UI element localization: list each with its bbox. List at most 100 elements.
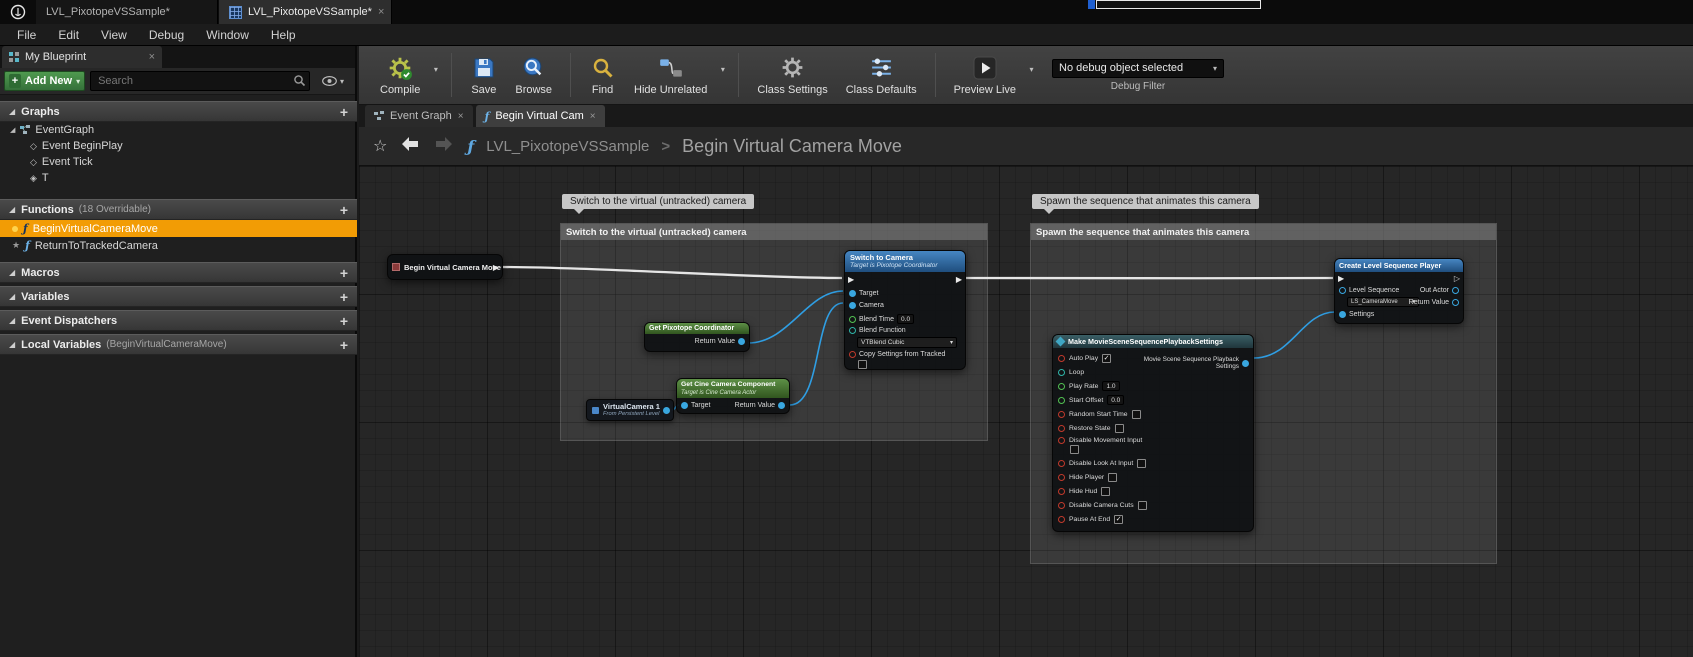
bool-pin[interactable] <box>1058 488 1065 495</box>
object-pin[interactable] <box>778 402 785 409</box>
tree-item-event-tick[interactable]: ◇ Event Tick <box>0 154 357 170</box>
expand-arrow-icon[interactable]: ◢ <box>9 205 15 214</box>
expand-arrow-icon[interactable]: ◢ <box>9 340 15 349</box>
node-virtualcamera-variable[interactable]: VirtualCamera 1 From Persistent Level <box>586 399 674 421</box>
add-graph-button[interactable]: + <box>340 105 348 119</box>
object-pin[interactable] <box>849 290 856 297</box>
add-new-button[interactable]: + Add New ▾ <box>4 71 85 91</box>
object-pin[interactable] <box>663 407 670 414</box>
pin-return-value[interactable]: Return Value <box>1409 299 1459 306</box>
exec-in-pin[interactable]: ▶ <box>1338 275 1344 283</box>
exec-out-pin[interactable]: ▷ <box>1454 275 1460 283</box>
add-variable-button[interactable]: + <box>340 290 348 304</box>
pin-return-value[interactable]: Return Value <box>735 402 785 409</box>
class-defaults-button[interactable]: Class Defaults <box>837 52 926 98</box>
comment-title[interactable]: Spawn the sequence that animates this ca… <box>1031 224 1496 240</box>
pin-blend-function[interactable]: Blend Function <box>849 327 906 334</box>
pause-at-end-checkbox[interactable] <box>1114 515 1123 524</box>
menu-help[interactable]: Help <box>260 28 307 42</box>
close-icon[interactable]: × <box>378 7 384 18</box>
expand-arrow-icon[interactable]: ◢ <box>9 107 15 116</box>
bool-pin[interactable] <box>1058 516 1065 523</box>
float-pin[interactable] <box>849 316 856 323</box>
enum-pin[interactable] <box>1058 369 1065 376</box>
blend-time-value[interactable]: 0.0 <box>897 314 914 324</box>
function-item-beginvirtualcameramove[interactable]: ƒ BeginVirtualCameraMove <box>0 220 357 237</box>
compile-options-chevron-icon[interactable]: ▾ <box>429 65 442 74</box>
float-pin[interactable] <box>1058 397 1065 404</box>
object-pin[interactable] <box>738 338 745 345</box>
expand-arrow-icon[interactable]: ◢ <box>9 292 15 301</box>
bool-pin[interactable] <box>1058 474 1065 481</box>
expand-arrow-icon[interactable]: ◢ <box>9 316 15 325</box>
menu-file[interactable]: File <box>6 28 47 42</box>
blend-function-dropdown[interactable]: VTBlend Cubic ▾ <box>857 337 957 348</box>
bool-pin[interactable] <box>1058 425 1065 432</box>
window-tab-blueprint[interactable]: LVL_PixotopeVSSample* × <box>219 0 392 24</box>
node-make-playback-settings[interactable]: Make MovieSceneSequencePlaybackSettings … <box>1052 334 1254 532</box>
browse-button[interactable]: Browse <box>506 52 561 98</box>
bool-pin[interactable] <box>1058 411 1065 418</box>
tree-item-event-beginplay[interactable]: ◇ Event BeginPlay <box>0 138 357 154</box>
menu-debug[interactable]: Debug <box>138 28 195 42</box>
node-switch-to-camera[interactable]: Switch to Camera Target is Pixotope Coor… <box>844 250 966 370</box>
search-input[interactable] <box>90 71 310 91</box>
object-pin[interactable] <box>1452 287 1459 294</box>
my-blueprint-tab[interactable]: My Blueprint × <box>2 46 162 68</box>
hide-unrelated-button[interactable]: Hide Unrelated <box>625 52 716 98</box>
favorite-star-icon[interactable]: ☆ <box>373 136 387 156</box>
object-pin[interactable] <box>681 402 688 409</box>
view-options-button[interactable]: ▾ <box>315 71 351 91</box>
disable-look-at-input-checkbox[interactable] <box>1137 459 1146 468</box>
section-functions[interactable]: ◢ Functions (18 Overridable) + <box>0 199 357 220</box>
expand-arrow-icon[interactable]: ◢ <box>10 126 15 134</box>
debug-object-dropdown[interactable]: No debug object selected ▾ <box>1052 59 1224 78</box>
enum-pin[interactable] <box>849 327 856 334</box>
comment-title[interactable]: Switch to the virtual (untracked) camera <box>561 224 987 240</box>
forward-button[interactable] <box>433 135 455 158</box>
start-offset-value[interactable]: 0.0 <box>1107 395 1124 405</box>
section-variables[interactable]: ◢ Variables + <box>0 286 357 307</box>
preview-live-chevron-icon[interactable]: ▾ <box>1025 65 1038 74</box>
hide-unrelated-chevron-icon[interactable]: ▾ <box>716 65 729 74</box>
pin-blend-time[interactable]: Blend Time 0.0 <box>849 314 914 324</box>
add-dispatcher-button[interactable]: + <box>340 314 348 328</box>
save-button[interactable]: Save <box>461 52 506 98</box>
add-function-button[interactable]: + <box>340 203 348 217</box>
menu-edit[interactable]: Edit <box>47 28 90 42</box>
menu-view[interactable]: View <box>90 28 138 42</box>
preview-live-button[interactable]: Preview Live <box>945 52 1025 98</box>
pin-level-sequence[interactable]: Level Sequence <box>1339 287 1399 294</box>
pin-target[interactable]: Target <box>681 402 710 409</box>
auto-play-checkbox[interactable] <box>1102 354 1111 363</box>
restore-state-checkbox[interactable] <box>1115 424 1124 433</box>
close-icon[interactable]: × <box>590 111 596 122</box>
node-begin-virtual-camera-move[interactable]: Begin Virtual Camera Move ▶ <box>387 254 503 280</box>
back-button[interactable] <box>399 135 421 158</box>
add-macro-button[interactable]: + <box>340 266 348 280</box>
bool-pin[interactable] <box>1058 355 1065 362</box>
object-pin[interactable] <box>1452 299 1459 306</box>
node-get-pixotope-coordinator[interactable]: Get Pixotope Coordinator Return Value <box>644 322 750 352</box>
struct-pin[interactable] <box>1242 360 1249 367</box>
pin-target[interactable]: Target <box>849 290 878 297</box>
pin-out-actor[interactable]: Out Actor <box>1420 287 1459 294</box>
pin-copy-settings[interactable]: Copy Settings from Tracked <box>849 351 945 358</box>
tree-item-eventgraph[interactable]: ◢ EventGraph <box>0 122 357 138</box>
pin-settings[interactable]: Settings <box>1339 311 1374 318</box>
hide-hud-checkbox[interactable] <box>1101 487 1110 496</box>
tab-begin-virtual-cam[interactable]: ƒ Begin Virtual Cam × <box>476 105 605 127</box>
pin-return-value[interactable]: Return Value <box>695 338 745 345</box>
bool-pin[interactable] <box>1058 460 1065 467</box>
function-item-returntotrackedcamera[interactable]: ★ ƒ ReturnToTrackedCamera <box>0 237 357 254</box>
window-tab-level[interactable]: LVL_PixotopeVSSample* <box>36 0 218 24</box>
bool-pin[interactable] <box>1058 502 1065 509</box>
copy-settings-checkbox[interactable] <box>858 360 867 369</box>
object-pin[interactable] <box>849 302 856 309</box>
pin-camera[interactable]: Camera <box>849 302 884 309</box>
disable-camera-cuts-checkbox[interactable] <box>1138 501 1147 510</box>
section-macros[interactable]: ◢ Macros + <box>0 262 357 283</box>
add-local-variable-button[interactable]: + <box>340 338 348 352</box>
node-create-level-sequence-player[interactable]: Create Level Sequence Player ▶ ▷ Level S… <box>1334 258 1464 324</box>
random-start-time-checkbox[interactable] <box>1132 410 1141 419</box>
